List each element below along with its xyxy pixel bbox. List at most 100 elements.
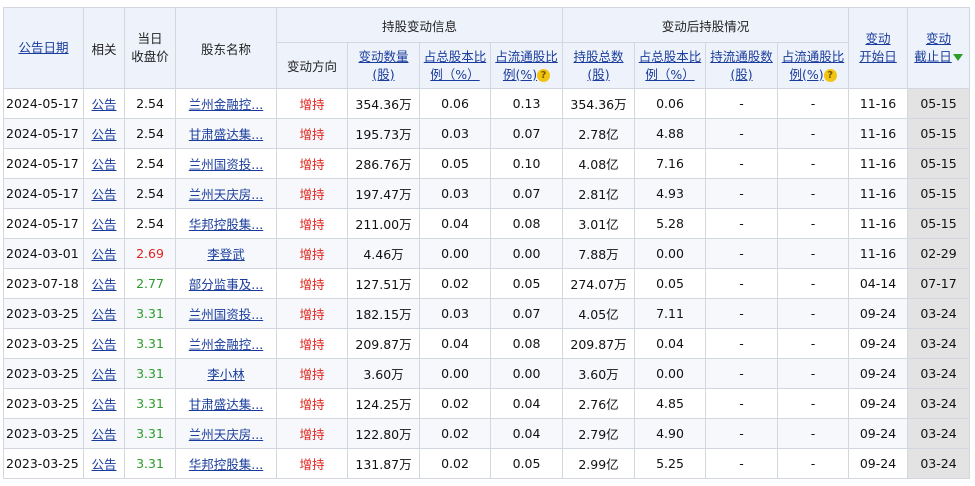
close-price-cell: 2.54 xyxy=(124,208,176,239)
close-price-cell: 2.77 xyxy=(124,268,176,299)
holder-name-link[interactable]: 兰州国资投... xyxy=(189,307,263,322)
after-total-shares-cell: 209.87万 xyxy=(562,328,636,359)
announcement-link[interactable]: 公告 xyxy=(91,397,116,412)
header-change-total-pct[interactable]: 占总股本比 例（%） xyxy=(419,42,491,89)
after-float-pct-cell: - xyxy=(777,148,850,179)
holder-name-link[interactable]: 华邦控股集... xyxy=(189,217,263,232)
after-total-shares-cell: 4.08亿 xyxy=(562,148,636,179)
holder-name-link[interactable]: 甘肃盛达集... xyxy=(189,127,263,142)
change-total-pct-cell: 0.03 xyxy=(419,298,491,329)
holder-name-link[interactable]: 李登武 xyxy=(207,247,245,262)
question-mark-icon[interactable]: ? xyxy=(537,68,551,82)
holder-name-cell: 甘肃盛达集... xyxy=(175,388,277,419)
announcement-link[interactable]: 公告 xyxy=(91,127,116,142)
change-amount-cell: 182.15万 xyxy=(347,298,420,329)
notice-date-cell: 2024-05-17 xyxy=(3,88,84,119)
holder-name-link[interactable]: 甘肃盛达集... xyxy=(189,397,263,412)
holder-name-link[interactable]: 兰州金融控... xyxy=(189,97,263,112)
notice-date-cell: 2024-05-17 xyxy=(3,148,84,179)
header-end-date[interactable]: 变动 截止日 xyxy=(907,7,971,89)
notice-date-cell: 2024-05-17 xyxy=(3,118,84,149)
announcement-cell: 公告 xyxy=(83,298,125,329)
after-float-shares-cell: - xyxy=(705,358,779,389)
holder-name-link[interactable]: 李小林 xyxy=(207,367,245,382)
holder-name-link[interactable]: 兰州天庆房... xyxy=(189,187,263,202)
announcement-link[interactable]: 公告 xyxy=(91,157,116,172)
after-float-shares-cell: - xyxy=(705,148,779,179)
notice-date-cell: 2023-03-25 xyxy=(3,388,84,419)
holder-name-link[interactable]: 部分监事及... xyxy=(189,277,263,292)
end-date-cell: 03-24 xyxy=(907,418,971,449)
change-amount-cell: 209.87万 xyxy=(347,328,420,359)
direction-cell: 增持 xyxy=(276,208,348,239)
holder-name-link[interactable]: 华邦控股集... xyxy=(189,457,263,472)
holder-name-cell: 华邦控股集... xyxy=(175,208,277,239)
after-float-shares-cell: - xyxy=(705,118,779,149)
question-mark-icon[interactable]: ? xyxy=(823,68,837,82)
header-after-total-pct[interactable]: 占总股本比 例（%） xyxy=(634,42,707,89)
after-total-pct-cell: 4.93 xyxy=(634,178,707,209)
after-float-pct-cell: - xyxy=(777,88,850,119)
holder-name-link[interactable]: 兰州金融控... xyxy=(189,337,263,352)
header-group-after-change: 变动后持股情况 xyxy=(562,7,850,43)
close-price-cell: 2.54 xyxy=(124,118,176,149)
holder-name-link[interactable]: 兰州天庆房... xyxy=(189,427,263,442)
after-float-shares-cell: - xyxy=(705,88,779,119)
announcement-link[interactable]: 公告 xyxy=(91,97,116,112)
after-float-shares-cell: - xyxy=(705,208,779,239)
start-date-cell: 11-16 xyxy=(848,178,909,209)
close-price-cell: 2.54 xyxy=(124,88,176,119)
after-float-pct-cell: - xyxy=(777,118,850,149)
header-change-amount[interactable]: 变动数量 (股) xyxy=(347,42,420,89)
change-amount-cell: 131.87万 xyxy=(347,448,420,479)
after-float-shares-cell: - xyxy=(705,268,779,299)
change-total-pct-cell: 0.04 xyxy=(419,208,491,239)
after-total-pct-cell: 4.90 xyxy=(634,418,707,449)
end-date-cell: 03-24 xyxy=(907,388,971,419)
start-date-cell: 11-16 xyxy=(848,88,909,119)
notice-date-cell: 2023-03-25 xyxy=(3,418,84,449)
announcement-cell: 公告 xyxy=(83,448,125,479)
table-row: 2023-03-25 公告 3.31 兰州金融控... 增持 209.87万 0.04 0.0… xyxy=(3,328,971,359)
header-group-change-info: 持股变动信息 xyxy=(275,7,564,43)
header-notice-date[interactable]: 公告日期 xyxy=(3,7,84,89)
announcement-link[interactable]: 公告 xyxy=(91,367,116,382)
change-float-pct-cell: 0.07 xyxy=(489,118,564,149)
announcement-link[interactable]: 公告 xyxy=(91,247,116,262)
table-row: 2023-07-18 公告 2.77 部分监事及... 增持 127.51万 0.02 0.0… xyxy=(3,268,971,299)
holder-name-cell: 李小林 xyxy=(175,358,277,389)
announcement-link[interactable]: 公告 xyxy=(91,427,116,442)
holder-name-cell: 兰州金融控... xyxy=(175,328,277,359)
start-date-cell: 09-24 xyxy=(848,358,909,389)
start-date-cell: 11-16 xyxy=(848,238,909,269)
table-row: 2024-05-17 公告 2.54 兰州国资投... 增持 286.76万 0.05 0.1… xyxy=(3,148,971,179)
header-start-date[interactable]: 变动 开始日 xyxy=(848,7,909,89)
header-after-total-shares[interactable]: 持股总数 (股) xyxy=(562,42,636,89)
direction-cell: 增持 xyxy=(276,448,348,479)
announcement-link[interactable]: 公告 xyxy=(91,217,116,232)
direction-cell: 增持 xyxy=(276,268,348,299)
header-change-float-pct[interactable]: 占流通股比 例(%)? xyxy=(489,42,564,89)
after-total-pct-cell: 0.04 xyxy=(634,328,707,359)
after-float-pct-cell: - xyxy=(777,388,850,419)
direction-cell: 增持 xyxy=(276,148,348,179)
header-after-float-shares[interactable]: 持流通股数 (股) xyxy=(705,42,779,89)
header-holder-name: 股东名称 xyxy=(175,7,277,89)
after-total-pct-cell: 0.00 xyxy=(634,358,707,389)
announcement-link[interactable]: 公告 xyxy=(91,277,116,292)
holder-name-cell: 甘肃盛达集... xyxy=(175,118,277,149)
holder-name-cell: 兰州国资投... xyxy=(175,298,277,329)
holder-name-link[interactable]: 兰州国资投... xyxy=(189,157,263,172)
change-amount-cell: 211.00万 xyxy=(347,208,420,239)
announcement-link[interactable]: 公告 xyxy=(91,187,116,202)
direction-cell: 增持 xyxy=(276,88,348,119)
end-date-cell: 03-24 xyxy=(907,328,971,359)
after-float-shares-cell: - xyxy=(705,328,779,359)
header-after-float-pct[interactable]: 占流通股比 例(%)? xyxy=(777,42,850,89)
change-float-pct-cell: 0.08 xyxy=(489,328,564,359)
announcement-link[interactable]: 公告 xyxy=(91,337,116,352)
change-amount-cell: 122.80万 xyxy=(347,418,420,449)
announcement-link[interactable]: 公告 xyxy=(91,307,116,322)
announcement-link[interactable]: 公告 xyxy=(91,457,116,472)
holder-name-cell: 兰州天庆房... xyxy=(175,178,277,209)
